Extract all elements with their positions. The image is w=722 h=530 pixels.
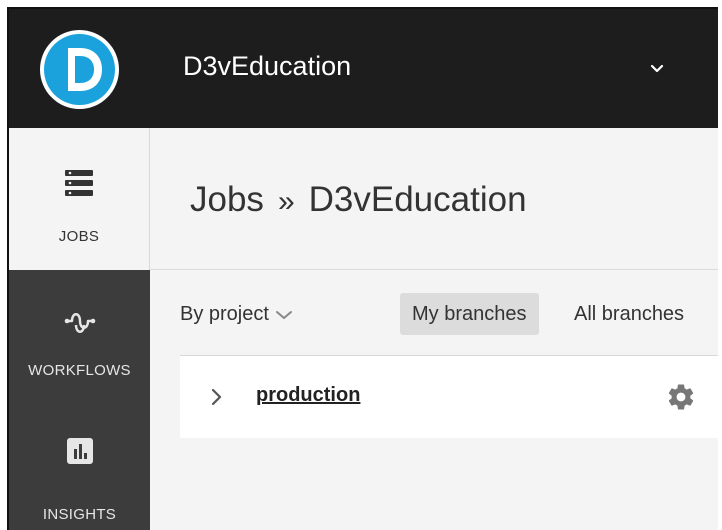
chevron-down-icon[interactable] — [647, 58, 667, 78]
sidebar-item-insights[interactable]: INSIGHTS — [9, 398, 150, 530]
breadcrumb-current: D3vEducation — [308, 180, 527, 219]
breadcrumb-separator: » — [277, 185, 295, 218]
sidebar-item-jobs[interactable]: JOBS — [9, 128, 150, 270]
project-list: production — [180, 355, 718, 438]
gear-icon[interactable] — [666, 382, 696, 417]
app-frame: D3vEducation JOBS WORKFLOWS INSIGHTS Job… — [7, 7, 718, 530]
project-name-link[interactable]: production — [256, 384, 360, 407]
sidebar-item-label: WORKFLOWS — [28, 362, 131, 379]
workflows-icon — [63, 306, 97, 341]
sidebar: JOBS WORKFLOWS INSIGHTS — [9, 128, 150, 530]
branch-filter-bar: By project My branches All branches — [150, 271, 718, 355]
my-branches-toggle[interactable]: My branches — [400, 293, 539, 335]
top-bar: D3vEducation — [9, 9, 718, 128]
breadcrumb: Jobs » D3vEducation — [190, 180, 527, 220]
group-by-dropdown[interactable]: By project — [180, 303, 293, 326]
sidebar-item-workflows[interactable]: WORKFLOWS — [9, 270, 150, 398]
breadcrumb-root[interactable]: Jobs — [190, 180, 264, 219]
org-logo-icon — [44, 34, 115, 105]
main-content: Jobs » D3vEducation By project My branches… — [150, 128, 718, 530]
list-item[interactable]: production — [180, 356, 718, 438]
all-branches-toggle[interactable]: All branches — [562, 293, 696, 335]
page-header: Jobs » D3vEducation — [150, 128, 718, 270]
group-by-label: By project — [180, 303, 269, 325]
org-logo[interactable] — [40, 30, 119, 109]
org-name[interactable]: D3vEducation — [183, 51, 351, 82]
chevron-down-icon — [275, 310, 292, 319]
sidebar-item-label: JOBS — [58, 228, 100, 245]
insights-chart-icon — [66, 437, 94, 470]
chevron-right-icon[interactable] — [210, 387, 224, 412]
jobs-stack-icon — [64, 168, 94, 203]
sidebar-item-label: INSIGHTS — [42, 506, 117, 523]
